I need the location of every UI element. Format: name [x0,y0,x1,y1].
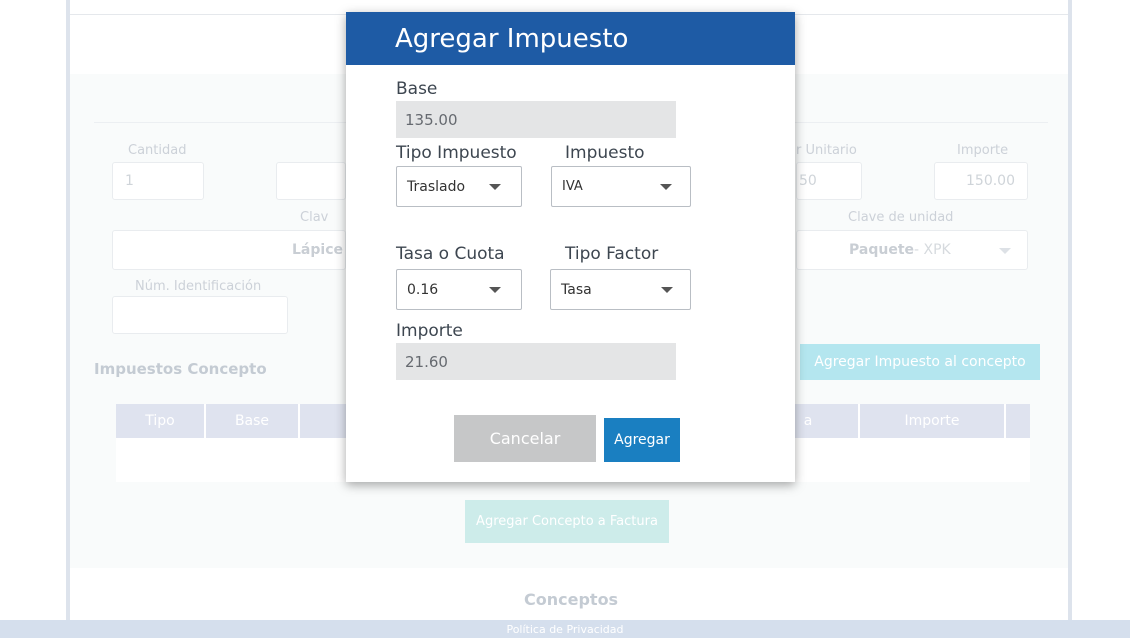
impuesto-label: Impuesto [565,143,645,163]
tasa-cuota-value: 0.16 [407,281,439,298]
tipo-impuesto-label: Tipo Impuesto [396,143,517,163]
footer-bar: Política de Privacidad [0,620,1130,638]
clave-unidad-code: - XPK [914,242,951,258]
th-tipo: Tipo [145,413,175,429]
tipo-impuesto-value: Traslado [407,178,466,195]
th-importe: Importe [904,413,960,429]
clave-producto-label: Clav [300,210,329,225]
importe-label: Importe [957,143,1009,158]
caret-down-icon [489,287,501,293]
modal-title: Agregar Impuesto [395,24,629,54]
cantidad-input[interactable]: 1 [112,162,204,200]
caret-down-icon [489,184,501,190]
modal-header: Agregar Impuesto [346,12,795,65]
th-base: Base [234,413,270,429]
page-border-right [1068,0,1072,620]
tasa-cuota-select[interactable]: 0.16 [396,269,522,310]
agregar-impuesto-concepto-button[interactable]: Agregar Impuesto al concepto [800,344,1040,380]
importe-label: Importe [396,321,463,341]
add-button[interactable]: Agregar [604,418,680,462]
impuesto-value: IVA [562,179,583,194]
cancel-button[interactable]: Cancelar [454,415,596,462]
caret-down-icon [999,248,1011,254]
descripcion-input[interactable] [276,162,346,200]
agregar-impuesto-modal: Agregar Impuesto Base 135.00 Tipo Impues… [346,12,795,482]
th-tasa: a [803,413,813,429]
importe-input[interactable]: 150.00 [934,162,1028,200]
base-field[interactable]: 135.00 [396,101,676,138]
valor-unitario-input[interactable]: 50 [796,162,862,200]
tipo-factor-value: Tasa [561,281,592,298]
tasa-cuota-label: Tasa o Cuota [396,244,505,264]
caret-down-icon [661,287,673,293]
privacy-policy-link[interactable]: Política de Privacidad [506,623,623,636]
tipo-factor-select[interactable]: Tasa [550,269,691,310]
clave-producto-select[interactable]: Lápice [112,230,346,270]
caret-down-icon [660,184,672,190]
clave-unidad-value: Paquete [849,242,915,258]
agregar-concepto-factura-button[interactable]: Agregar Concepto a Factura [465,500,669,543]
clave-unidad-label: Clave de unidad [848,210,954,225]
valor-unitario-label: r Unitario [796,143,857,158]
tipo-impuesto-select[interactable]: Traslado [396,166,522,207]
tipo-factor-label: Tipo Factor [565,244,659,264]
clave-producto-value: Lápice [292,242,343,258]
num-identificacion-input[interactable] [112,296,288,334]
conceptos-title: Conceptos [524,590,619,609]
num-identificacion-label: Núm. Identificación [135,279,262,294]
cantidad-label: Cantidad [128,143,187,158]
impuestos-concepto-title: Impuestos Concepto [94,360,267,378]
importe-field[interactable]: 21.60 [396,343,676,380]
base-label: Base [396,79,438,99]
th-separator [298,404,300,438]
th-separator [1004,404,1006,438]
impuesto-select[interactable]: IVA [551,166,691,207]
clave-unidad-select[interactable]: Paquete - XPK [796,230,1028,270]
